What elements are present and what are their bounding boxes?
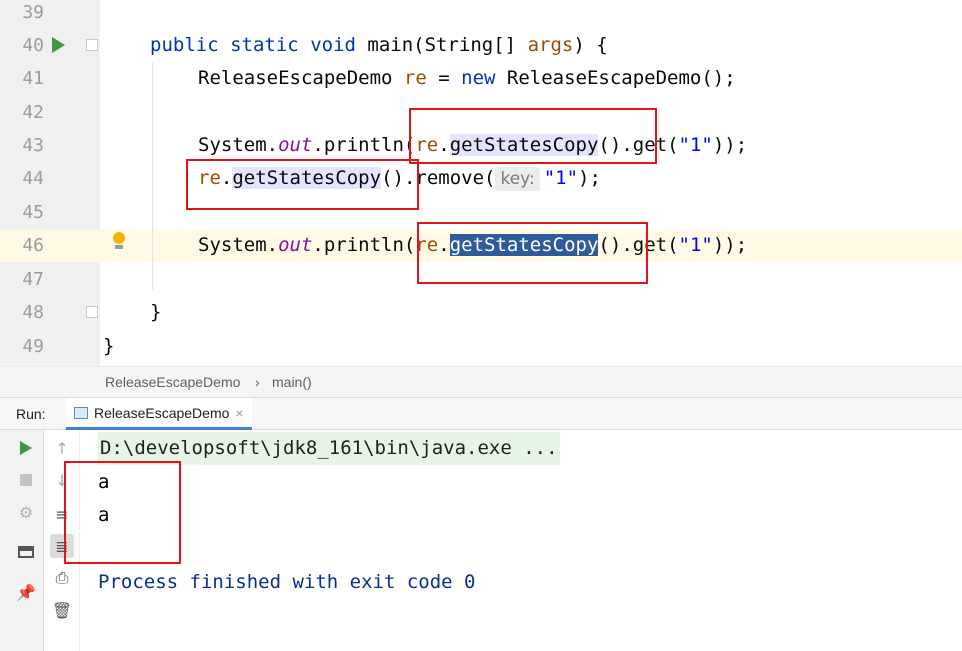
code-text: .println( xyxy=(312,134,416,156)
string-literal: "1" xyxy=(543,167,579,189)
rebuild-icon[interactable]: ⚙ xyxy=(14,500,38,524)
code-text: . xyxy=(220,167,233,189)
layout-icon[interactable] xyxy=(14,540,38,564)
local-var: re xyxy=(403,67,427,89)
breadcrumb-class[interactable]: ReleaseEscapeDemo xyxy=(105,374,240,390)
code-text: )); xyxy=(712,134,748,156)
code-text: System. xyxy=(198,234,279,256)
param-name: args xyxy=(527,34,574,56)
parameter-hint: key: xyxy=(495,167,540,191)
code-line-40: public static void main(String[] args) { xyxy=(150,29,608,62)
code-text: .remove( xyxy=(403,167,496,189)
run-tab-title: ReleaseEscapeDemo xyxy=(94,404,230,421)
run-label: Run: xyxy=(16,406,46,422)
run-tab[interactable]: ReleaseEscapeDemo × xyxy=(66,398,252,430)
code-text: . xyxy=(438,134,450,156)
code-text: .get( xyxy=(621,134,679,156)
code-text: .get( xyxy=(621,234,679,256)
breadcrumb: ReleaseEscapeDemo › main() xyxy=(0,366,962,397)
trash-icon[interactable]: 🗑 xyxy=(50,598,74,622)
print-icon[interactable]: ⎙ xyxy=(50,566,74,590)
keyword: void xyxy=(310,34,356,56)
string-literal: "1" xyxy=(678,234,713,256)
code-text: ReleaseEscapeDemo(); xyxy=(495,67,736,89)
fold-icon[interactable] xyxy=(86,39,98,51)
scroll-up-icon[interactable]: ↑ xyxy=(50,436,74,460)
code-line-48: } xyxy=(150,301,162,323)
console-finish-line: Process finished with exit code 0 xyxy=(98,571,476,593)
method-call: getStatesCopy xyxy=(232,167,382,189)
code-text: .println( xyxy=(312,234,416,256)
console-output[interactable]: D:\developsoft\jdk8_161\bin\java.exe ...… xyxy=(80,430,962,651)
line-number: 42 xyxy=(22,102,44,123)
local-var: re xyxy=(415,134,439,156)
keyword: static xyxy=(230,34,299,56)
run-gutter-icon[interactable] xyxy=(52,37,65,53)
code-text: . xyxy=(438,234,450,256)
local-var: re xyxy=(198,167,221,189)
line-number: 46 xyxy=(22,235,44,256)
close-icon[interactable]: × xyxy=(235,405,243,421)
code-line-44: re.getStatesCopy().remove(key: "1"); xyxy=(198,162,601,195)
pin-icon[interactable]: 📌 xyxy=(14,580,38,604)
code-text: )); xyxy=(712,234,748,256)
rerun-icon[interactable] xyxy=(14,436,38,460)
breadcrumb-separator: › xyxy=(255,374,260,390)
console-command-line: D:\developsoft\jdk8_161\bin\java.exe ... xyxy=(98,432,560,465)
soft-wrap-icon[interactable]: ≡ xyxy=(50,502,74,526)
code-text: System. xyxy=(198,134,279,156)
code-text: = xyxy=(426,67,462,89)
type-name: ReleaseEscapeDemo xyxy=(198,67,404,89)
line-number: 49 xyxy=(22,336,44,357)
line-number: 48 xyxy=(22,302,44,323)
console-icon xyxy=(74,406,88,419)
code-line-49: } xyxy=(103,335,115,357)
code-text: () xyxy=(598,134,622,156)
console-output-line: a xyxy=(98,504,110,526)
line-number: 44 xyxy=(22,168,44,189)
scroll-down-icon[interactable]: ↓ xyxy=(50,468,74,492)
code-text: ) { xyxy=(573,34,608,56)
stop-icon[interactable] xyxy=(14,468,38,492)
indent-guide xyxy=(152,62,153,290)
code-text: ); xyxy=(578,167,601,189)
console-output-line: a xyxy=(98,471,110,493)
tool-window-strip xyxy=(0,430,8,651)
keyword: new xyxy=(461,67,496,89)
code-text: () xyxy=(598,234,622,256)
code-line-46: System.out.println(re.getStatesCopy().ge… xyxy=(198,229,747,262)
line-number: 45 xyxy=(22,202,44,223)
code-line-43: System.out.println(re.getStatesCopy().ge… xyxy=(198,129,747,162)
selected-method-call: getStatesCopy xyxy=(449,234,599,256)
line-number: 43 xyxy=(22,135,44,156)
line-number: 39 xyxy=(22,2,44,23)
line-number: 41 xyxy=(22,68,44,89)
code-line-41: ReleaseEscapeDemo re = new ReleaseEscape… xyxy=(198,62,736,95)
line-number: 40 xyxy=(22,35,44,56)
static-field: out xyxy=(278,134,313,156)
method-signature: main(String[] xyxy=(367,34,528,56)
line-number: 47 xyxy=(22,269,44,290)
keyword: public xyxy=(150,34,219,56)
code-text: () xyxy=(381,167,404,189)
local-var: re xyxy=(415,234,439,256)
fold-icon[interactable] xyxy=(86,306,98,318)
code-editor[interactable]: 39 40 41 42 43 44 45 46 47 48 49 public … xyxy=(0,0,962,366)
method-call: getStatesCopy xyxy=(449,134,599,156)
breadcrumb-method[interactable]: main() xyxy=(272,374,312,390)
run-toolbar: ⚙ 📌 xyxy=(8,430,44,651)
static-field: out xyxy=(278,234,313,256)
string-literal: "1" xyxy=(678,134,713,156)
bulb-icon[interactable] xyxy=(112,232,126,250)
console-toolbar: ↑ ↓ ≡ ≣ ⎙ 🗑 xyxy=(44,430,80,651)
run-tool-window-header: Run: ReleaseEscapeDemo × xyxy=(0,397,962,430)
scroll-end-icon[interactable]: ≣ xyxy=(50,534,74,558)
